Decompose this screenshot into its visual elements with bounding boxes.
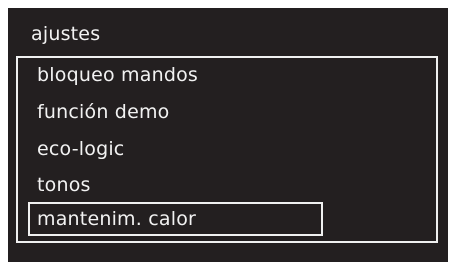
menu-title: ajustes — [31, 23, 101, 45]
menu-item-mantenim-calor[interactable]: mantenim. calor — [28, 202, 323, 236]
menu-item-eco-logic[interactable]: eco-logic — [37, 138, 124, 160]
menu-item-bloqueo-mandos[interactable]: bloqueo mandos — [37, 64, 198, 86]
menu-item-funcion-demo[interactable]: función demo — [37, 101, 170, 123]
menu-item-tonos[interactable]: tonos — [37, 174, 91, 196]
